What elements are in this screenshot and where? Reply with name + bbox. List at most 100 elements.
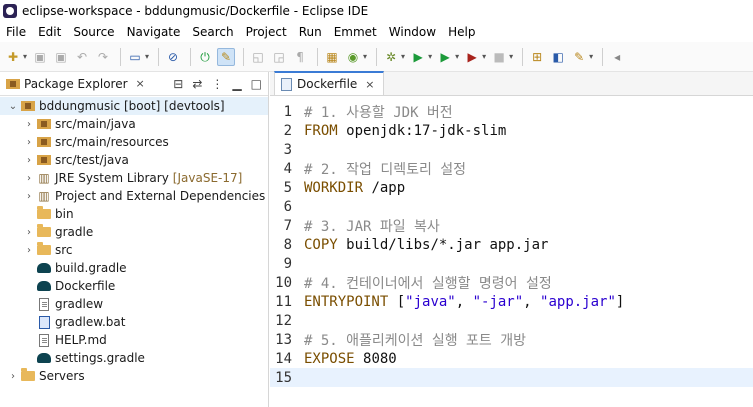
chevron-right-icon[interactable]: › bbox=[22, 227, 36, 238]
chevron-right-icon[interactable]: › bbox=[22, 191, 36, 202]
close-icon[interactable]: × bbox=[136, 77, 145, 90]
code-line[interactable]: 14 EXPOSE 8080 bbox=[270, 349, 753, 368]
chevron-right-icon[interactable]: › bbox=[22, 155, 36, 166]
tree-item[interactable]: build.gradle bbox=[0, 259, 127, 277]
run-icon[interactable]: ▶ bbox=[409, 48, 427, 66]
chevron-right-icon[interactable]: › bbox=[22, 173, 36, 184]
tree-item-label: build.gradle bbox=[55, 261, 127, 275]
menu-edit[interactable]: Edit bbox=[32, 25, 67, 39]
menu-file[interactable]: File bbox=[0, 25, 32, 39]
code-line[interactable]: 9 bbox=[270, 254, 753, 273]
menu-window[interactable]: Window bbox=[383, 25, 442, 39]
redo-icon[interactable]: ↷ bbox=[94, 48, 112, 66]
tree-item-decoration: [JavaSE-17] bbox=[172, 171, 243, 185]
chevron-right-icon[interactable]: › bbox=[22, 245, 36, 256]
code-line[interactable]: 10 # 4. 컨테이너에서 실행할 명령어 설정 bbox=[270, 273, 753, 292]
chevron-right-icon[interactable]: › bbox=[22, 119, 36, 130]
tree-item[interactable]: Dockerfile bbox=[0, 277, 115, 295]
code-line[interactable]: 7 # 3. JAR 파일 복사 bbox=[270, 216, 753, 235]
back-icon[interactable]: ◂ bbox=[608, 48, 626, 66]
menu-run[interactable]: Run bbox=[293, 25, 328, 39]
stop-icon[interactable]: ■ bbox=[490, 48, 508, 66]
coverage-dropdown-icon[interactable]: ▾ bbox=[455, 52, 459, 61]
code-line[interactable]: 5 WORKDIR /app bbox=[270, 178, 753, 197]
stop-dropdown-icon[interactable]: ▾ bbox=[509, 52, 513, 61]
toolbar-separator bbox=[522, 47, 524, 66]
tree-item[interactable]: › gradle bbox=[0, 223, 93, 241]
tab-label: Dockerfile bbox=[297, 77, 358, 91]
save-icon[interactable]: ▣ bbox=[31, 48, 49, 66]
open-task-icon[interactable]: ◧ bbox=[549, 48, 567, 66]
chevron-right-icon[interactable]: › bbox=[6, 371, 20, 382]
collapse-all-icon[interactable]: ⊟ bbox=[173, 77, 183, 91]
next-annotation-icon[interactable]: ◲ bbox=[270, 48, 288, 66]
power-icon[interactable]: ⏻ bbox=[196, 48, 214, 66]
debug-dropdown-icon[interactable]: ▾ bbox=[401, 52, 405, 61]
link-with-editor-icon[interactable]: ⇄ bbox=[192, 77, 202, 91]
external-tools-dropdown-icon[interactable]: ▾ bbox=[482, 52, 486, 61]
debug-icon[interactable]: ✲ bbox=[382, 48, 400, 66]
maximize-icon[interactable]: □ bbox=[251, 77, 262, 91]
code-editor[interactable]: 1 # 1. 사용할 JDK 버전 2 FROM openjdk:17-jdk-sli… bbox=[270, 96, 753, 407]
menu-project[interactable]: Project bbox=[240, 25, 293, 39]
tree-item[interactable]: ⌄ bddungmusic [boot] [devtools] bbox=[0, 97, 268, 115]
undo-icon[interactable]: ↶ bbox=[73, 48, 91, 66]
chevron-down-icon[interactable]: ⌄ bbox=[6, 101, 20, 112]
menu-navigate[interactable]: Navigate bbox=[121, 25, 187, 39]
run-dropdown-icon[interactable]: ▾ bbox=[428, 52, 432, 61]
tree-item[interactable]: › src/main/java bbox=[0, 115, 136, 133]
code-line[interactable]: 12 bbox=[270, 311, 753, 330]
spring-dropdown-icon[interactable]: ▾ bbox=[363, 52, 367, 61]
close-icon[interactable]: × bbox=[365, 78, 374, 91]
tree-item[interactable]: bin bbox=[0, 205, 74, 223]
code-comment: # 5. 애플리케이션 실행 포트 개방 bbox=[304, 332, 526, 349]
view-menu-icon[interactable]: ⋮ bbox=[211, 77, 223, 91]
coverage-icon[interactable]: ▶ bbox=[436, 48, 454, 66]
code-line[interactable]: 15 bbox=[270, 368, 753, 387]
pilcrow-icon[interactable]: ¶ bbox=[291, 48, 309, 66]
search-icon[interactable]: ✎ bbox=[570, 48, 588, 66]
code-line[interactable]: 1 # 1. 사용할 JDK 버전 bbox=[270, 102, 753, 121]
tree-item[interactable]: › Servers bbox=[0, 367, 85, 385]
minimize-icon[interactable]: ▁ bbox=[232, 77, 241, 91]
code-line[interactable]: 11 ENTRYPOINT ["java", "-jar", "app.jar"] bbox=[270, 292, 753, 311]
tree-item[interactable]: gradlew bbox=[0, 295, 103, 313]
menu-search[interactable]: Search bbox=[186, 25, 239, 39]
code-line[interactable]: 3 bbox=[270, 140, 753, 159]
package-icon[interactable]: ▦ bbox=[323, 48, 341, 66]
tree-item[interactable]: › src bbox=[0, 241, 73, 259]
tree-item[interactable]: HELP.md bbox=[0, 331, 107, 349]
tab-dockerfile[interactable]: Dockerfile × bbox=[274, 71, 384, 95]
code-line[interactable]: 2 FROM openjdk:17-jdk-slim bbox=[270, 121, 753, 140]
terminal-icon[interactable]: ▭ bbox=[126, 48, 144, 66]
code-text: EXPOSE 8080 bbox=[304, 351, 397, 367]
tree-item[interactable]: gradlew.bat bbox=[0, 313, 125, 331]
menu-help[interactable]: Help bbox=[442, 25, 481, 39]
code-line[interactable]: 8 COPY build/libs/*.jar app.jar bbox=[270, 235, 753, 254]
mark-occurrences-icon[interactable]: ✎ bbox=[217, 47, 236, 66]
menu-emmet[interactable]: Emmet bbox=[328, 25, 383, 39]
package-explorer-tab[interactable]: Package Explorer × bbox=[5, 72, 151, 96]
skip-breakpoints-icon[interactable]: ⊘ bbox=[164, 48, 182, 66]
open-type-icon[interactable]: ⊞ bbox=[528, 48, 546, 66]
chevron-right-icon[interactable]: › bbox=[22, 137, 36, 148]
menu-source[interactable]: Source bbox=[67, 25, 120, 39]
tree-item[interactable]: › ▥ JRE System Library [JavaSE-17] bbox=[0, 169, 242, 187]
new-icon[interactable]: ✚ bbox=[4, 48, 22, 66]
code-line[interactable]: 13 # 5. 애플리케이션 실행 포트 개방 bbox=[270, 330, 753, 349]
search-dropdown-icon[interactable]: ▾ bbox=[589, 52, 593, 61]
code-line[interactable]: 6 bbox=[270, 197, 753, 216]
tree-item[interactable]: › ▥ Project and External Dependencies bbox=[0, 187, 265, 205]
tree-item[interactable]: settings.gradle bbox=[0, 349, 145, 367]
prev-annotation-icon[interactable]: ◱ bbox=[249, 48, 267, 66]
save-all-icon[interactable]: ▣ bbox=[52, 48, 70, 66]
new-dropdown-icon[interactable]: ▾ bbox=[23, 52, 27, 61]
code-line[interactable]: 4 # 2. 작업 디렉토리 설정 bbox=[270, 159, 753, 178]
terminal-dropdown-icon[interactable]: ▾ bbox=[145, 52, 149, 61]
tree-item[interactable]: › src/test/java bbox=[0, 151, 129, 169]
code-text: WORKDIR /app bbox=[304, 180, 405, 196]
tree-item[interactable]: › src/main/resources bbox=[0, 133, 169, 151]
code-string: "-jar" bbox=[472, 293, 524, 310]
external-tools-icon[interactable]: ▶ bbox=[463, 48, 481, 66]
spring-icon[interactable]: ◉ bbox=[344, 48, 362, 66]
